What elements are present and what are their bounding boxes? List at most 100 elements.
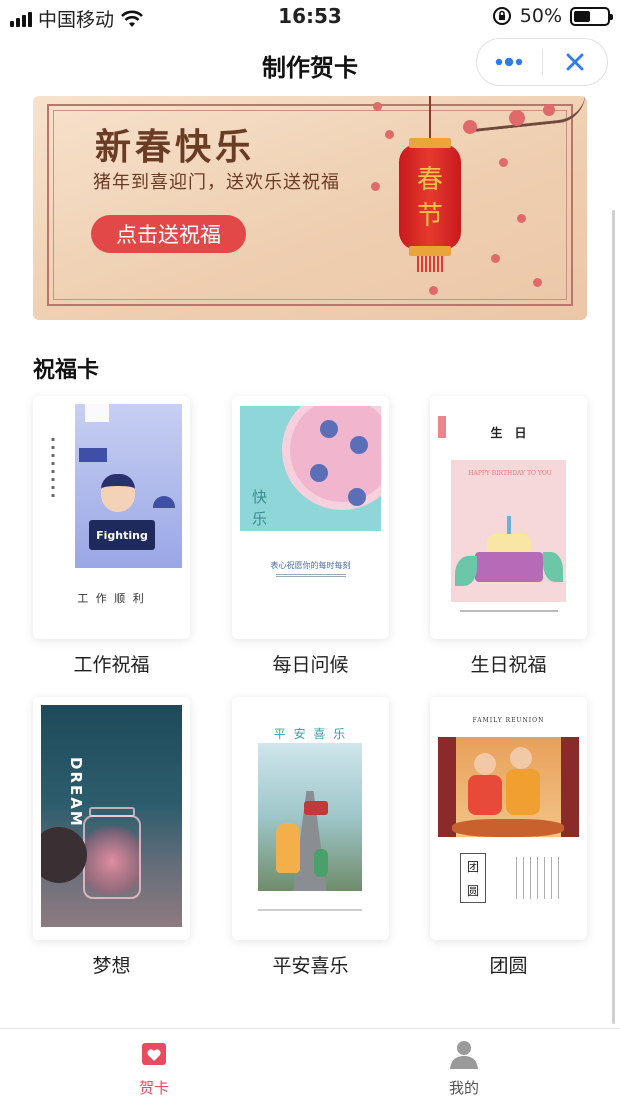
rotation-lock-icon: [492, 7, 511, 25]
art-text: 生 日: [490, 426, 527, 440]
card-work-blessing[interactable]: Fighting ▪ ▪ ▪ ▪ ▪ ▪ ▪ ▪ 工 作 顺 利: [33, 396, 190, 639]
lantern-cap-top: [409, 138, 451, 148]
child-decoration: [314, 849, 328, 877]
window-decoration: [85, 404, 109, 422]
card-label: 团圆: [489, 955, 528, 977]
candle-decoration: [507, 516, 511, 534]
banner-subtitle: 猪年到喜迎门，送欢乐送祝福: [93, 172, 340, 193]
cake-top: [487, 534, 531, 552]
girl-decoration: [276, 823, 300, 873]
card-birthday-blessing[interactable]: 生 日 HAPPY BIRTHDAY TO YOU: [430, 396, 587, 639]
card-peace-joy[interactable]: 平 安 喜 乐: [232, 697, 389, 940]
card-label: 生日祝福: [470, 654, 547, 676]
card-art: Fighting: [75, 404, 182, 568]
blueberry-decoration: [348, 488, 366, 506]
card-heart-icon: [142, 1043, 166, 1065]
blossom-decoration: [491, 254, 500, 263]
banner-title: 新春快乐: [95, 126, 256, 168]
family-decoration: [510, 747, 532, 769]
tab-label: 我的: [448, 1079, 479, 1097]
blossom-decoration: [509, 110, 525, 126]
jar-decoration: [83, 815, 141, 899]
nav-bar: 制作贺卡: [0, 34, 620, 94]
lantern-tassel: [417, 256, 443, 272]
art-text: 平 安 喜 乐: [273, 727, 348, 741]
lamp-decoration: [153, 496, 175, 508]
section-title: 祝福卡: [33, 358, 100, 383]
blueberry-decoration: [310, 464, 328, 482]
card-art: DREAM: [41, 705, 182, 927]
bookshelf-decoration: [79, 448, 107, 462]
vertical-text-decoration: ▪ ▪ ▪ ▪ ▪ ▪ ▪ ▪: [51, 436, 56, 499]
card-art: [258, 743, 362, 891]
art-text: FAMILY REUNION: [472, 717, 545, 724]
family-decoration: [506, 769, 540, 815]
text-line-decoration: [276, 574, 346, 577]
blueberry-decoration: [320, 420, 338, 438]
blueberry-decoration: [350, 436, 368, 454]
jar-lid-decoration: [89, 807, 135, 817]
art-text: DREAM: [67, 757, 85, 828]
scrollbar[interactable]: [612, 210, 615, 1024]
art-text: 快 乐: [252, 488, 268, 528]
lantern-text: 春 节: [416, 165, 443, 231]
blossom-decoration: [499, 158, 508, 167]
lantern-string: [429, 96, 431, 140]
curtain-decoration: [561, 737, 579, 837]
more-dots-icon: [496, 57, 523, 67]
promo-banner[interactable]: 新春快乐 猪年到喜迎门，送欢乐送祝福 点击送祝福 春 节: [33, 96, 587, 320]
card-label: 工作祝福: [73, 654, 150, 676]
card-caption: 工 作 顺 利: [77, 592, 146, 605]
card-caption: 表心祝愿你的每时每刻: [270, 561, 351, 570]
stamp-box: 团 圆: [460, 853, 486, 903]
blossom-decoration: [429, 286, 438, 295]
blossom-decoration: [543, 104, 555, 116]
more-button[interactable]: [477, 39, 542, 85]
text-line-decoration: [460, 610, 558, 612]
vertical-text-decoration: [516, 857, 560, 899]
cake-bottom: [475, 552, 543, 582]
battery-fill: [574, 10, 590, 22]
tab-cards[interactable]: 贺卡: [104, 1039, 204, 1099]
text-line-decoration: [258, 909, 362, 911]
mini-program-capsule: [476, 38, 608, 86]
leaf-decoration: [455, 556, 477, 586]
status-right: 50%: [492, 5, 613, 27]
leaf-decoration: [543, 552, 563, 582]
close-button[interactable]: [543, 39, 608, 85]
send-blessing-button[interactable]: 点击送祝福: [91, 215, 246, 253]
status-bar: 中国移动 16:53 50%: [0, 0, 620, 34]
battery-percent: 50%: [519, 5, 562, 27]
tab-mine[interactable]: 我的: [414, 1039, 514, 1099]
card-daily-greeting[interactable]: 快 乐 表心祝愿你的每时每刻: [232, 396, 389, 639]
card-art: [438, 737, 579, 837]
card-label: 平安喜乐: [272, 955, 349, 977]
user-icon: [450, 1041, 478, 1069]
card-art: 快 乐: [240, 406, 381, 531]
blossom-decoration: [533, 278, 542, 287]
lantern-illustration: 春 节: [399, 96, 461, 272]
family-decoration: [468, 775, 502, 815]
hand-decoration: [41, 827, 87, 883]
lantern-cap-bottom: [409, 246, 451, 256]
curtain-decoration: [438, 737, 456, 837]
card-reunion[interactable]: FAMILY REUNION 团 圆: [430, 697, 587, 940]
blossom-decoration: [517, 214, 526, 223]
app-root: 中国移动 16:53 50% 制作贺卡 新春快乐 猪年到喜迎门，送欢乐送祝福 点…: [0, 0, 620, 1102]
card-art: HAPPY BIRTHDAY TO YOU: [451, 460, 566, 602]
card-dream[interactable]: DREAM: [33, 697, 190, 940]
card-label: 每日问候: [272, 654, 349, 676]
battery-icon: [570, 6, 613, 26]
blossom-decoration: [463, 120, 477, 134]
person-head: [101, 474, 135, 512]
close-icon: [566, 53, 584, 71]
blossom-decoration: [371, 182, 380, 191]
tab-bar: 贺卡 我的: [0, 1028, 620, 1102]
car-decoration: [304, 801, 328, 815]
tab-label: 贺卡: [138, 1079, 169, 1097]
card-label: 梦想: [92, 955, 131, 977]
family-decoration: [474, 753, 496, 775]
blossom-decoration: [385, 130, 394, 139]
blossom-decoration: [373, 102, 382, 111]
laptop-decoration: Fighting: [89, 520, 155, 550]
